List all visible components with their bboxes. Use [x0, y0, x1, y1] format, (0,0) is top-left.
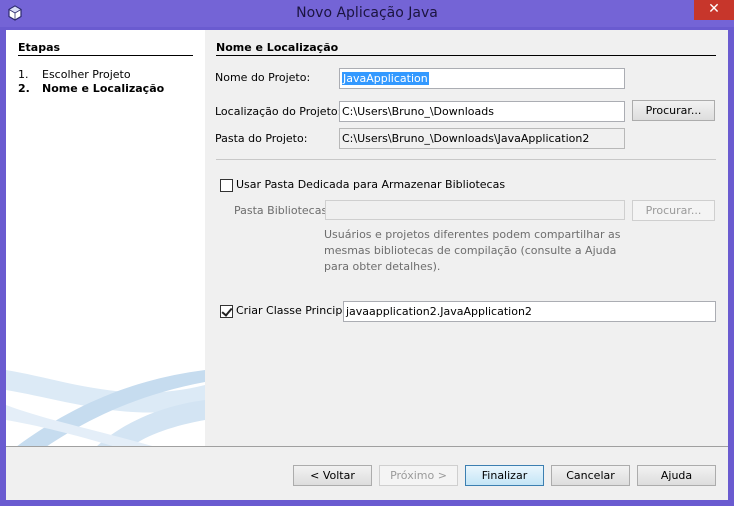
steps-panel: Etapas 1. Escolher Projeto 2. Nome e Local… [6, 30, 205, 447]
project-name-label: Nome do Projeto: [215, 71, 311, 84]
steps-title: Etapas [18, 41, 61, 54]
step-number: 1. [18, 68, 29, 81]
window-title: Novo Aplicação Java [296, 5, 438, 21]
step-number: 2. [18, 82, 30, 95]
dedicated-folder-label[interactable]: Usar Pasta Dedicada para Armazenar Bibli… [236, 178, 505, 191]
step-label: Escolher Projeto [42, 68, 131, 81]
project-location-input[interactable]: C:\Users\Bruno_\Downloads [339, 101, 625, 122]
project-folder-label: Pasta do Projeto: [215, 132, 308, 145]
dialog-client-area: Etapas 1. Escolher Projeto 2. Nome e Local… [6, 30, 728, 500]
next-button: Próximo > [379, 465, 458, 486]
browse-location-button[interactable]: Procurar... [632, 100, 715, 121]
help-button[interactable]: Ajuda [637, 465, 716, 486]
project-folder-field: C:\Users\Bruno_\Downloads\JavaApplicatio… [339, 128, 625, 149]
decorative-swoosh-graphic [6, 370, 205, 447]
title-bar[interactable]: Novo Aplicação Java ✕ [0, 0, 734, 27]
dedicated-folder-checkbox[interactable] [220, 179, 233, 192]
cancel-button[interactable]: Cancelar [551, 465, 630, 486]
form-separator [216, 159, 716, 160]
libraries-help-text: Usuários e projetos diferentes podem com… [324, 228, 621, 273]
section-title: Nome e Localização [216, 41, 339, 54]
browse-libraries-button: Procurar... [632, 200, 715, 221]
create-main-class-label[interactable]: Criar Classe Principal [236, 304, 352, 317]
steps-divider [18, 55, 193, 56]
main-class-input[interactable]: javaapplication2.JavaApplication2 [343, 301, 716, 322]
step-item-choose-project: 1. Escolher Projeto [18, 68, 131, 81]
project-name-value: JavaApplication [342, 72, 429, 85]
section-divider [216, 55, 716, 56]
project-name-input[interactable]: JavaApplication [339, 68, 625, 89]
close-button[interactable]: ✕ [694, 0, 734, 20]
step-label: Nome e Localização [42, 82, 165, 95]
create-main-class-checkbox[interactable] [220, 305, 233, 318]
libraries-folder-input [325, 200, 625, 220]
libraries-folder-label: Pasta Bibliotecas: [234, 204, 331, 217]
dialog-window: Novo Aplicação Java ✕ Etapas 1. Escolher … [0, 0, 734, 506]
project-location-label: Localização do Projeto: [215, 105, 342, 118]
back-button[interactable]: < Voltar [293, 465, 372, 486]
footer-divider [6, 446, 728, 447]
step-item-name-location: 2. Nome e Localização [18, 82, 164, 95]
finish-button[interactable]: Finalizar [465, 465, 544, 486]
